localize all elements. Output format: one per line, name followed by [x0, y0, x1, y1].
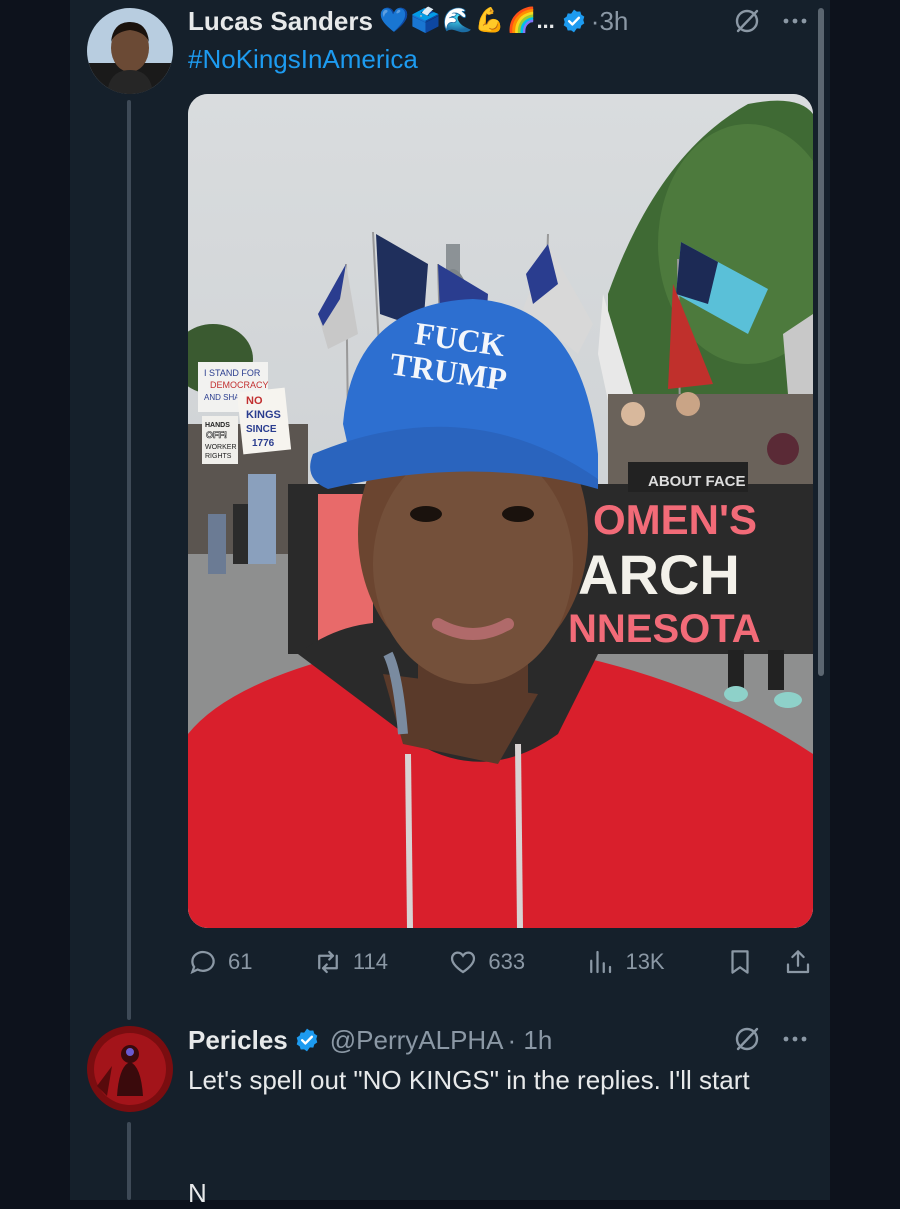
banner-line3: NNESOTA	[568, 607, 761, 651]
views-count: 13K	[625, 949, 665, 974]
sign-democracy-line1: I STAND FOR	[204, 368, 261, 378]
blue-heart-emoji: 💙	[378, 7, 409, 34]
thread-line	[127, 100, 131, 1020]
sign-hands-line3: WORKER	[205, 444, 237, 451]
views-chart-icon	[590, 950, 612, 974]
verified-badge-icon	[563, 9, 585, 33]
repost-icon	[318, 950, 338, 974]
tweet-action-bar: 61 114 633 13K	[188, 940, 813, 984]
reply-header: Pericles @PerryALPHA · 1h	[188, 1022, 552, 1058]
tweet-header: Lucas Sanders 💙 🗳️ 🌊 💪 🌈 ... ·3h	[188, 4, 628, 38]
sign-democracy-line2: DEMOCRACY	[210, 380, 269, 390]
reply-body-letter: N	[188, 1178, 207, 1208]
more-options-icon[interactable]	[780, 6, 810, 36]
ballot-box-emoji: 🗳️	[410, 7, 441, 34]
sign-kings-line2: KINGS	[246, 409, 281, 421]
muted-icon[interactable]	[732, 6, 762, 36]
reply-author-name[interactable]: Pericles	[188, 1025, 288, 1056]
reply-author-avatar[interactable]	[87, 1026, 173, 1112]
name-ellipsis: ...	[536, 8, 555, 33]
sign-kings-line3: SINCE	[246, 424, 277, 435]
sign-hands-line4: RIGHTS	[205, 453, 232, 460]
reply-count: 61	[228, 949, 253, 974]
share-icon[interactable]	[783, 947, 813, 977]
heart-icon	[451, 951, 476, 974]
scrollbar[interactable]	[818, 8, 824, 676]
banner-line2: ARCH	[578, 543, 740, 606]
reply-body-text: Let's spell out "NO KINGS" in the replie…	[188, 1065, 750, 1095]
reply-timestamp[interactable]: · 1h	[508, 1025, 553, 1056]
tweet-header-actions	[732, 6, 810, 36]
bookmark-icon[interactable]	[725, 947, 755, 977]
repost-count: 114	[352, 949, 388, 974]
tweet-hashtag[interactable]: #NoKingsInAmerica	[188, 44, 418, 75]
author-avatar[interactable]	[87, 8, 173, 94]
sign-kings-line4: 1776	[252, 438, 275, 449]
banner-line1: OMEN'S	[593, 496, 757, 543]
sign-kings-line1: NO	[246, 395, 263, 407]
reply-author-handle[interactable]: @PerryALPHA	[330, 1025, 504, 1056]
views-button[interactable]: 13K	[585, 947, 665, 977]
reply-header-actions	[732, 1024, 810, 1054]
sign-hands-line1: HANDS	[205, 422, 230, 429]
wave-emoji: 🌊	[442, 7, 473, 34]
rainbow-emoji: 🌈	[506, 7, 537, 34]
reply-icon	[190, 950, 215, 975]
tweet-photo[interactable]: I STAND FOR DEMOCRACY AND SHALL FOR NO K…	[188, 94, 813, 928]
tweet-timestamp[interactable]: ·3h	[591, 6, 629, 37]
flexed-biceps-emoji: 💪	[474, 7, 505, 34]
like-count: 633	[488, 949, 526, 974]
name-emoji-badges: 💙 🗳️ 🌊 💪 🌈	[379, 9, 536, 33]
author-name[interactable]: Lucas Sanders	[188, 6, 373, 37]
bookmark-share-group	[725, 947, 813, 977]
reply-button[interactable]: 61	[188, 947, 252, 977]
repost-button[interactable]: 114	[313, 947, 388, 977]
like-button[interactable]: 633	[448, 947, 525, 977]
banner-top-text: ABOUT FACE	[648, 473, 746, 490]
muted-icon[interactable]	[732, 1024, 762, 1054]
more-options-icon[interactable]	[780, 1024, 810, 1054]
sign-hands-line2: OFF!	[206, 430, 227, 440]
thread-line-continued	[127, 1122, 131, 1200]
verified-badge-icon	[296, 1028, 318, 1052]
